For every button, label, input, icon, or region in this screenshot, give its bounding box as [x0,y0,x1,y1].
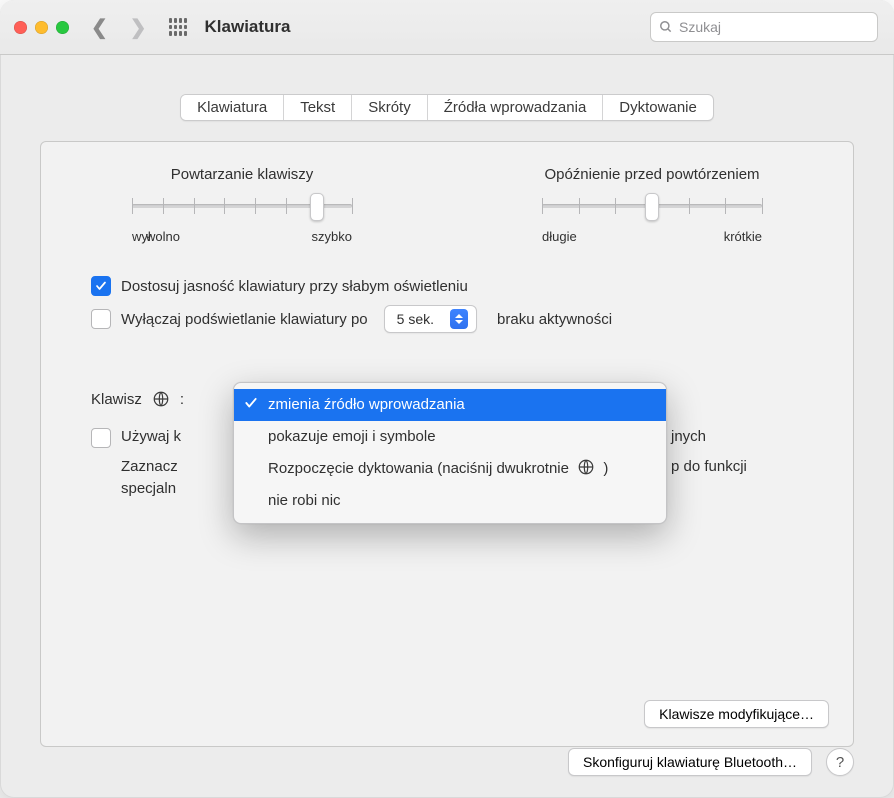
delay-thumb[interactable] [645,193,659,221]
back-button[interactable]: ❮ [91,15,108,40]
nav-buttons: ❮ ❯ [91,15,147,40]
select-backlight-delay[interactable]: 5 sek. [384,305,477,333]
row-adjust-brightness: Dostosuj jasność klawiatury przy słabym … [91,276,829,296]
tabs: Klawiatura Tekst Skróty Źródła wprowadza… [180,94,714,121]
globe-key-dropdown[interactable]: zmienia źródło wprowadzania pokazuje emo… [233,382,667,524]
forward-button[interactable]: ❯ [130,15,147,40]
label-short: krótkie [724,229,762,244]
panel: Powtarzanie klawiszy wył. wolno szybko [40,141,854,747]
key-repeat-labels: wył. wolno szybko [132,229,352,244]
key-repeat-slider: Powtarzanie klawiszy wył. wolno szybko [132,166,352,244]
label-long: długie [542,229,577,244]
window-title: Klawiatura [205,17,291,37]
delay-slider: Opóźnienie przed powtórzeniem długie kró… [542,166,762,244]
dropdown-opt-input-source[interactable]: zmienia źródło wprowadzania [234,389,666,421]
show-all-icon[interactable] [169,18,187,36]
checkbox-use-fn-keys[interactable] [91,428,111,448]
dropdown-opt-emoji[interactable]: pokazuje emoji i symbole [234,421,666,453]
label-backlight-suffix: braku aktywności [497,311,612,328]
key-repeat-track[interactable] [132,193,352,219]
row-globe-key: Klawisz : [91,390,184,408]
delay-title: Opóźnienie przed powtórzeniem [544,166,759,183]
label-fast: szybko [312,229,352,244]
stepper-icon [450,309,468,329]
label-use-fn-keys-right: jnych [671,428,706,445]
footer: Skonfiguruj klawiaturę Bluetooth… ? [0,748,894,776]
check-icon [244,395,258,417]
sliders-row: Powtarzanie klawiszy wył. wolno szybko [65,166,829,244]
dropdown-opt-label: zmienia źródło wprowadzania [268,396,465,413]
keyboard-prefs-window: ❮ ❯ Klawiatura Szukaj Klawiatura Tekst S… [0,0,894,798]
dropdown-opt-label: nie robi nic [268,492,341,509]
desc-line2-left: specjaln [121,480,176,497]
dropdown-opt-label-suffix: ) [603,460,608,477]
select-value: 5 sek. [397,311,434,327]
desc-line1-left: Zaznacz [121,458,178,475]
search-placeholder: Szukaj [679,19,721,35]
row-use-fn-keys [91,428,111,448]
dropdown-opt-dictation[interactable]: Rozpoczęcie dyktowania (naciśnij dwukrot… [234,453,666,485]
zoom-icon[interactable] [56,21,69,34]
key-repeat-title: Powtarzanie klawiszy [171,166,314,183]
tab-dictation[interactable]: Dyktowanie [603,95,713,120]
label-use-fn-keys-left: Używaj k [121,428,181,445]
label-backlight-prefix: Wyłączaj podświetlanie klawiatury po [121,311,368,328]
checkbox-backlight-off[interactable] [91,309,111,329]
tab-shortcuts[interactable]: Skróty [352,95,428,120]
dropdown-opt-label: pokazuje emoji i symbole [268,428,436,445]
key-repeat-thumb[interactable] [310,193,324,221]
label-adjust-brightness: Dostosuj jasność klawiatury przy słabym … [121,278,468,295]
window-controls [14,21,69,34]
content: Klawiatura Tekst Skróty Źródła wprowadza… [0,54,894,798]
desc-line1-right: p do funkcji [671,458,747,475]
minimize-icon[interactable] [35,21,48,34]
delay-track[interactable] [542,193,762,219]
checkbox-adjust-brightness[interactable] [91,276,111,296]
search-field[interactable]: Szukaj [650,12,878,42]
search-icon [659,20,673,34]
panel-bottom-actions: Klawisze modyfikujące… [644,700,829,728]
dropdown-opt-nothing[interactable]: nie robi nic [234,485,666,517]
globe-icon [577,458,595,476]
help-button[interactable]: ? [826,748,854,776]
label-slow: wolno [146,229,180,244]
close-icon[interactable] [14,21,27,34]
colon: : [180,391,184,408]
row-backlight-off: Wyłączaj podświetlanie klawiatury po 5 s… [91,305,829,333]
modifier-keys-button[interactable]: Klawisze modyfikujące… [644,700,829,728]
tab-input-sources[interactable]: Źródła wprowadzania [428,95,604,120]
label-globe-key: Klawisz [91,391,142,408]
tab-keyboard[interactable]: Klawiatura [181,95,284,120]
globe-icon [152,390,170,408]
titlebar: ❮ ❯ Klawiatura Szukaj [0,0,894,55]
delay-labels: długie krótkie [542,229,762,244]
tab-text[interactable]: Tekst [284,95,352,120]
bluetooth-keyboard-button[interactable]: Skonfiguruj klawiaturę Bluetooth… [568,748,812,776]
dropdown-opt-label-prefix: Rozpoczęcie dyktowania (naciśnij dwukrot… [268,460,569,477]
